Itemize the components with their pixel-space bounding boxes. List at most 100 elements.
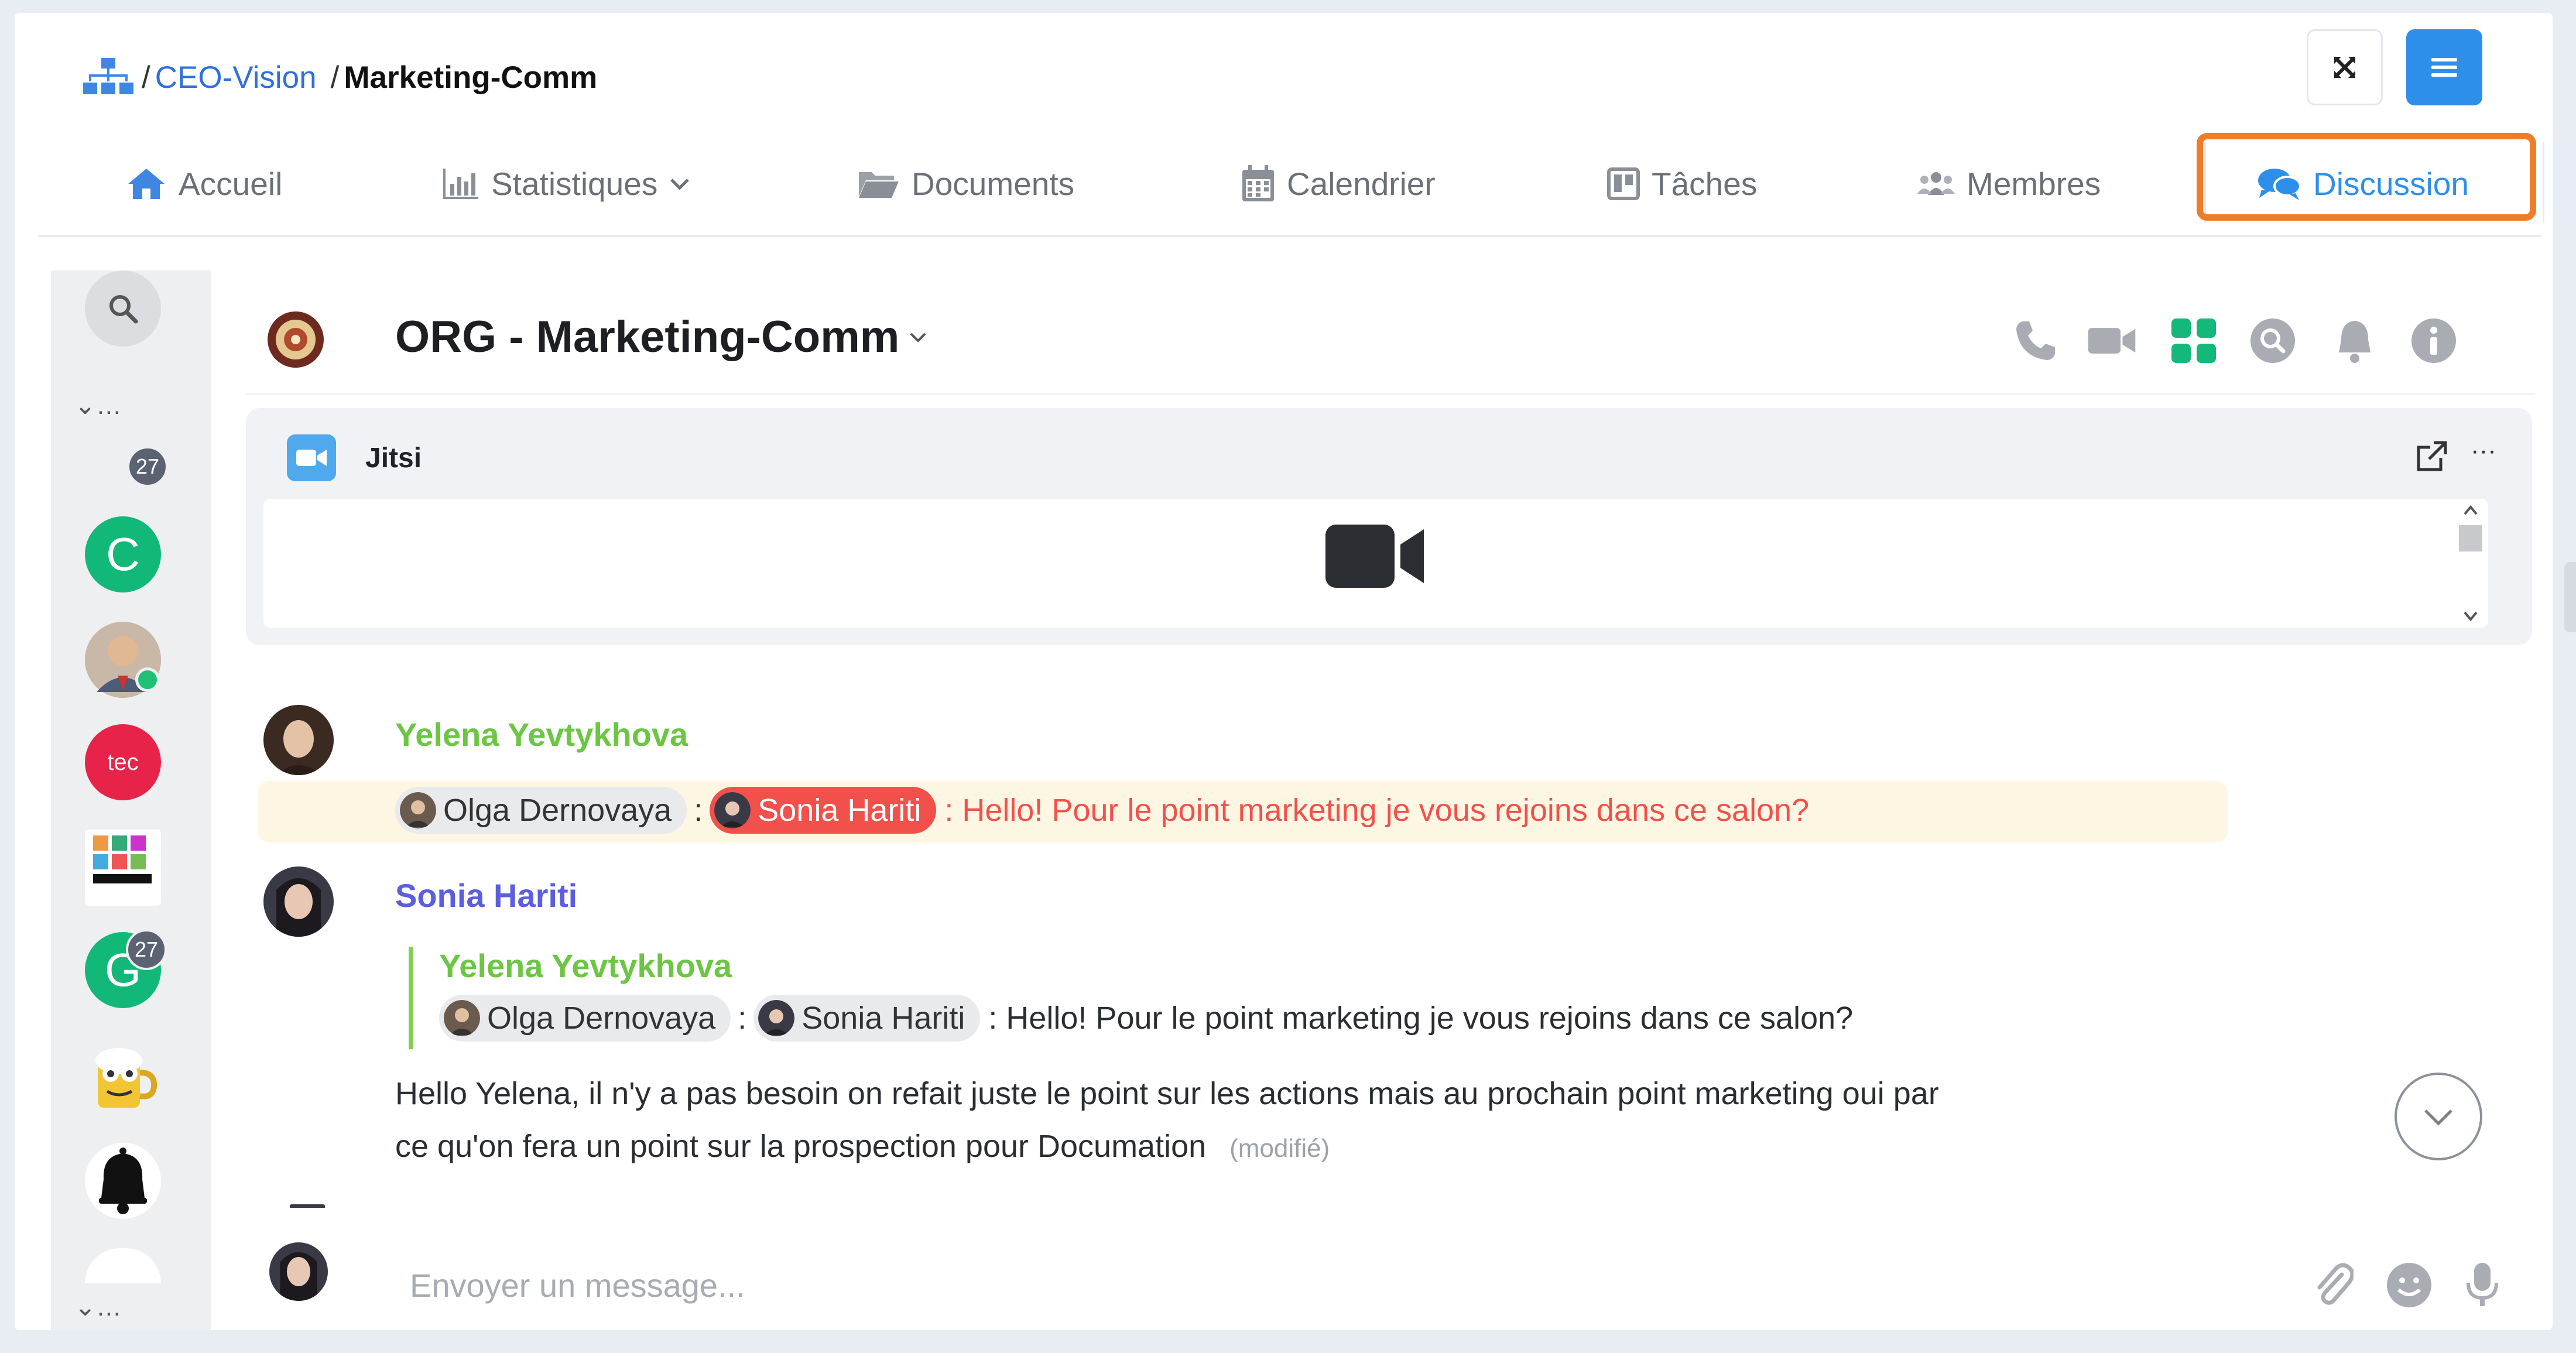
rail-channel-partial[interactable]: [85, 1248, 161, 1283]
jitsi-more-button[interactable]: ···: [2471, 436, 2496, 465]
message-text-line: ce qu'on fera un point sur la prospectio…: [395, 1128, 1330, 1164]
breadcrumb: / CEO-Vision / Marketing-Comm: [82, 57, 597, 98]
tec-logo-text: tec: [107, 749, 139, 775]
rail-collapse-bottom[interactable]: ⌄…: [74, 1292, 122, 1322]
message-text: ce qu'on fera un point sur la prospectio…: [395, 1129, 1207, 1164]
tab-bar: Accueil Statistiques Documents Calendrie…: [38, 142, 2544, 237]
chevron-up-icon: [2464, 505, 2478, 515]
org-chart-icon[interactable]: [82, 57, 135, 98]
breadcrumb-separator: /: [142, 60, 150, 95]
emoji-icon: [2387, 1263, 2431, 1307]
composer-avatar: [269, 1242, 328, 1301]
next-avatar-partial: [290, 1204, 325, 1208]
user-mention-chip[interactable]: Sonia Hariti: [753, 995, 981, 1042]
open-external-button[interactable]: [2415, 440, 2448, 476]
jitsi-panel: Jitsi ···: [246, 408, 2532, 645]
video-camera-icon: [1325, 525, 1424, 588]
breadcrumb-parent-link[interactable]: CEO-Vision: [155, 60, 317, 95]
user-mention-chip[interactable]: Olga Dernovaya: [395, 787, 687, 834]
chevron-down-icon: [2424, 1109, 2452, 1126]
channel-search-button[interactable]: [2248, 316, 2297, 365]
apps-grid-icon: [2171, 318, 2216, 363]
quote-body: Olga Dernovaya : Sonia Hariti : Hello! P…: [439, 995, 1853, 1042]
breadcrumb-separator: /: [330, 60, 340, 95]
rail-unread-badge: 27: [127, 446, 168, 487]
tab-taches[interactable]: Tâches: [1607, 165, 1757, 203]
channel-name: ORG - Marketing-Comm: [395, 312, 900, 362]
message-author[interactable]: Sonia Hariti: [395, 876, 577, 914]
edited-label: (modifié): [1229, 1134, 1330, 1163]
info-icon: [2411, 318, 2456, 363]
user-avatar-icon: [263, 866, 334, 937]
avatar[interactable]: [263, 705, 334, 775]
app-window: / CEO-Vision / Marketing-Comm Accueil St…: [15, 13, 2553, 1330]
user-mention-chip-self[interactable]: Sonia Hariti: [710, 787, 937, 834]
user-avatar-icon: [758, 1000, 795, 1036]
avatar[interactable]: [263, 866, 334, 937]
user-avatar-icon: [444, 1000, 480, 1036]
video-camera-icon: [296, 450, 327, 466]
chart-icon: [443, 169, 478, 199]
rail-channel-emoji[interactable]: [85, 1037, 161, 1114]
tab-label: Calendrier: [1287, 166, 1436, 202]
message-input[interactable]: [409, 1266, 2284, 1305]
user-avatar-icon: [263, 705, 334, 775]
tab-label: Tâches: [1652, 166, 1758, 202]
video-call-button[interactable]: [2087, 316, 2136, 365]
chevron-down-icon: [910, 333, 926, 342]
tab-documents[interactable]: Documents: [858, 165, 1074, 203]
emoji-mug-icon: [95, 1048, 157, 1108]
paperclip-icon: [2317, 1263, 2354, 1305]
rail-search-button[interactable]: [85, 270, 161, 347]
tab-statistiques[interactable]: Statistiques: [442, 165, 703, 203]
channel-info-button[interactable]: [2409, 316, 2458, 365]
board-icon: [1607, 167, 1640, 200]
rail-collapse-top[interactable]: ⌄…: [74, 391, 122, 420]
rail-channel-c[interactable]: C: [85, 516, 161, 592]
user-avatar-icon: [269, 1242, 328, 1301]
tab-membres[interactable]: Membres: [1917, 165, 2101, 203]
scrollbar-thumb[interactable]: [2459, 525, 2482, 552]
message-text: : Hello! Pour le point marketing je vous…: [944, 793, 1810, 828]
jitsi-title: Jitsi: [365, 442, 422, 474]
jitsi-header: Jitsi: [287, 434, 422, 481]
tab-accueil[interactable]: Accueil: [126, 165, 282, 203]
message-author[interactable]: Yelena Yevtykhova: [395, 715, 688, 753]
expand-button[interactable]: [2307, 29, 2383, 105]
rail-channel-notifications[interactable]: [85, 1143, 161, 1219]
quoted-message[interactable]: Yelena Yevtykhova Olga Dernovaya : Sonia…: [409, 947, 2052, 1049]
call-button[interactable]: [2011, 316, 2060, 365]
channel-title[interactable]: ORG - Marketing-Comm: [395, 311, 929, 362]
rail-unread-badge: 27: [126, 929, 167, 970]
voice-message-button[interactable]: [2456, 1259, 2509, 1311]
jitsi-scrollbar[interactable]: [2453, 499, 2488, 628]
apps-button[interactable]: [2169, 316, 2218, 365]
external-link-icon: [2417, 441, 2447, 471]
jitsi-video-area[interactable]: [263, 499, 2488, 628]
rail-channel-tec[interactable]: tec: [85, 724, 161, 800]
tab-label: Accueil: [179, 166, 283, 202]
side-panel-handle[interactable]: [2564, 562, 2576, 632]
video-camera-icon: [2088, 328, 2136, 354]
tab-label: Documents: [912, 166, 1075, 202]
scroll-to-bottom-button[interactable]: [2395, 1073, 2482, 1160]
calendar-icon: [1242, 165, 1274, 201]
mention-name: Olga Dernovaya: [443, 793, 672, 828]
tab-label: Membres: [1967, 166, 2101, 202]
user-avatar-icon: [400, 792, 436, 828]
chevron-down-icon: [2464, 611, 2478, 622]
user-mention-chip[interactable]: Olga Dernovaya: [439, 995, 731, 1042]
header-divider: [246, 393, 2535, 395]
bell-icon: [99, 1148, 147, 1214]
mention-name: Olga Dernovaya: [487, 1001, 716, 1036]
menu-button[interactable]: [2406, 29, 2482, 105]
phone-icon: [2016, 321, 2055, 360]
rail-channel-gofas[interactable]: [85, 830, 161, 906]
attach-button[interactable]: [2307, 1259, 2359, 1311]
notifications-button[interactable]: [2330, 316, 2379, 365]
rail-channel-person[interactable]: [85, 622, 161, 698]
tab-calendrier[interactable]: Calendrier: [1241, 165, 1436, 203]
emoji-button[interactable]: [2383, 1259, 2435, 1311]
expand-icon: [2334, 57, 2355, 78]
tab-label: Statistiques: [491, 166, 658, 202]
